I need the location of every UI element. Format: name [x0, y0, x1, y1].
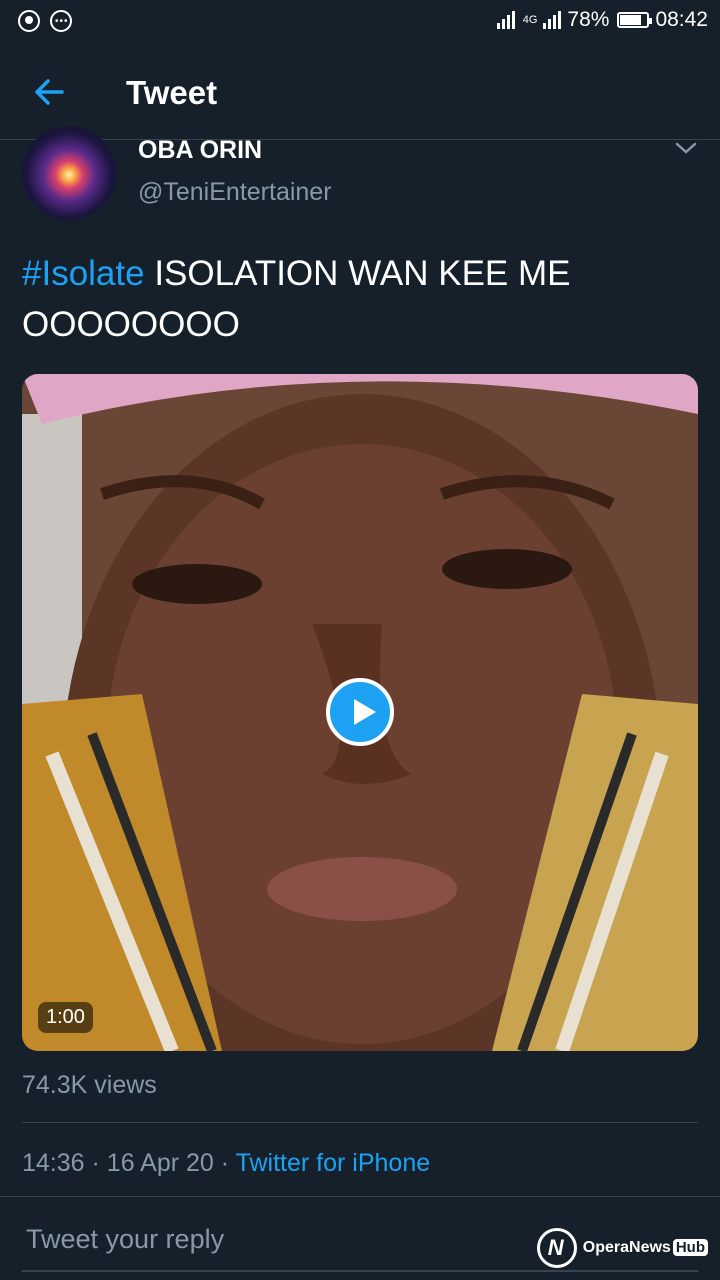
tweet-source-link[interactable]: Twitter for iPhone — [236, 1149, 431, 1177]
watermark: OperaNewsHub — [536, 1228, 708, 1268]
tweet-meta: 14:36 · 16 Apr 20 · Twitter for iPhone — [22, 1149, 430, 1178]
operanews-logo-icon — [536, 1228, 577, 1268]
more-icon: ••• — [50, 10, 72, 32]
battery-icon — [617, 12, 653, 28]
video-duration: 1:00 — [38, 1002, 93, 1033]
meta-separator: · — [220, 1149, 230, 1177]
signal-icon — [543, 11, 562, 29]
divider — [0, 1196, 720, 1197]
chevron-down-icon[interactable] — [674, 140, 698, 156]
tweet-video[interactable]: 1:00 — [22, 374, 698, 1051]
author-handle[interactable]: @TeniEntertainer — [138, 178, 332, 207]
page-title: Tweet — [126, 74, 218, 111]
battery-percent: 78% — [567, 8, 610, 31]
status-bar: ••• 4G 78% 08:42 — [0, 0, 720, 44]
watermark-text: OperaNews Hub — [583, 1239, 708, 1257]
tweet-time: 14:36 — [22, 1149, 85, 1177]
whatsapp-icon — [18, 10, 40, 32]
tweet-date: 16 Apr 20 — [106, 1149, 214, 1177]
meta-separator: · — [91, 1149, 100, 1177]
signal-icon — [496, 11, 515, 29]
tweet-author: OBA ORIN @TeniEntertainer — [0, 126, 720, 230]
reply-underline — [22, 1270, 698, 1272]
author-name[interactable]: OBA ORIN — [138, 136, 262, 165]
clock: 08:42 — [655, 8, 708, 31]
view-count: 74.3K views — [22, 1071, 157, 1099]
tweet-text: #Isolate ISOLATION WAN KEE ME OOOOOOOO — [22, 248, 698, 350]
play-button[interactable] — [326, 678, 394, 746]
avatar[interactable] — [22, 126, 116, 220]
hashtag-link[interactable]: #Isolate — [22, 254, 145, 293]
reply-input[interactable]: Tweet your reply — [26, 1224, 224, 1255]
back-arrow-icon[interactable] — [30, 72, 70, 112]
app-header: Tweet — [0, 44, 720, 140]
network-type: 4G — [522, 14, 538, 26]
divider — [22, 1122, 698, 1123]
